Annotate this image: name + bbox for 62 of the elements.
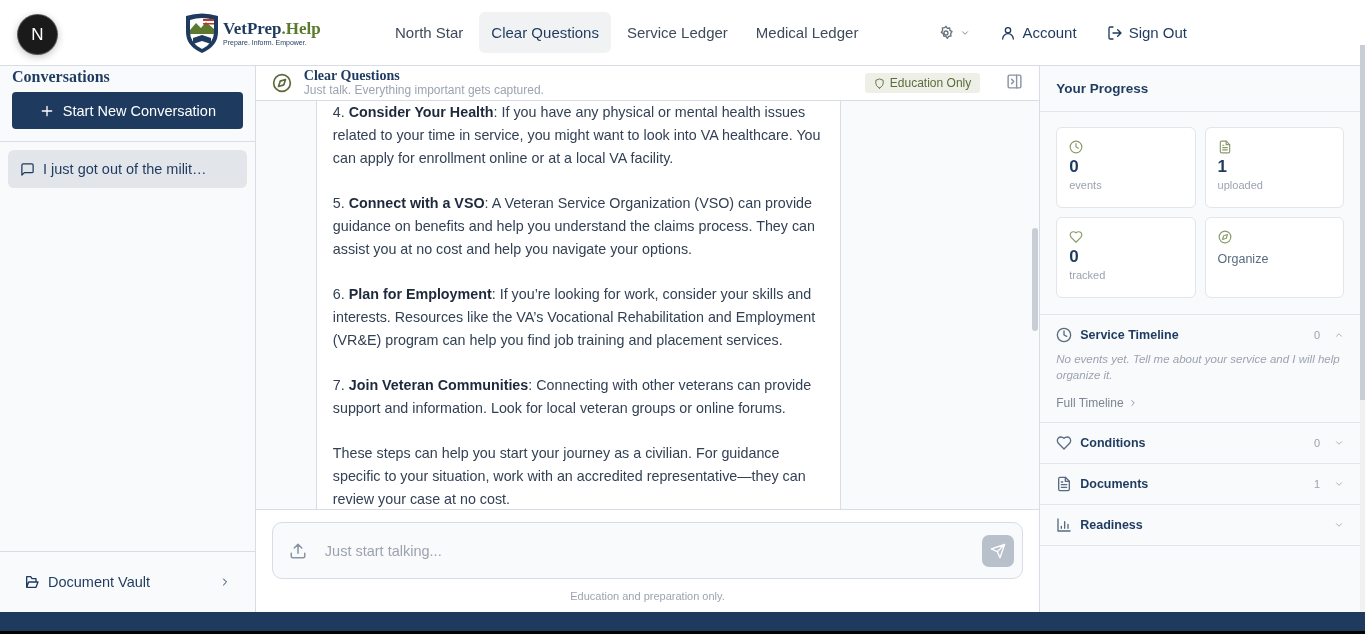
folder-icon <box>24 574 40 590</box>
message-paragraph: These steps can help you start your journey as a civilian. For guidance specific to your situation, work with an accredited representative—they can review your case at no cost. <box>332 444 807 509</box>
full-timeline-link[interactable]: Full Timeline <box>1056 395 1144 422</box>
stat-label: events <box>1069 179 1103 191</box>
new-conversation-button[interactable]: Start New Conversation <box>12 92 243 129</box>
section-header[interactable]: Conditions 0 <box>1056 423 1344 463</box>
nav-tab[interactable]: Medical Ledger <box>743 12 871 53</box>
message-paragraph: 7. Join Veteran Communities: Connecting with other veterans can provide support and information. Look for local veteran groups or online forums. <box>332 376 813 418</box>
page-scrollbar-thumb[interactable] <box>1360 45 1365 400</box>
heart-icon <box>1056 435 1073 451</box>
nav-tab[interactable]: Service Ledger <box>614 12 740 53</box>
stat-value: 0 <box>1069 247 1080 267</box>
message-paragraph: 4. Consider Your Health: If you have any physical or mental health issues related to your time in service, you might want to look into VA healthcare. You can apply for enrollment online or at a local VA facility. <box>332 103 822 168</box>
organize-card[interactable]: Organize <box>1204 217 1344 298</box>
organize-label: Organize <box>1217 252 1270 266</box>
upload-icon <box>288 541 307 560</box>
education-badge: Education Only <box>864 73 981 93</box>
sidebar-title: Conversations <box>11 67 111 86</box>
message-paragraph: 5. Connect with a VSO: A Veteran Service Organization (VSO) can provide guidance on benefits and help you understand the claims process. They can assist you at no cost and help you navigate your options. <box>332 194 816 259</box>
clock-icon <box>1056 327 1073 343</box>
send-button[interactable] <box>982 534 1015 567</box>
settings-icon <box>938 24 955 41</box>
conversation-item[interactable]: I just got out of the milit… <box>8 150 247 188</box>
scrollbar-thumb[interactable] <box>1032 228 1039 331</box>
bar-chart-icon <box>1056 517 1073 533</box>
clock-icon <box>1069 140 1084 154</box>
stat-value: 0 <box>1069 157 1080 177</box>
chat-bubble-icon <box>20 161 35 177</box>
nav-tab[interactable]: Clear Questions <box>479 12 611 53</box>
sign-out-button[interactable]: Sign Out <box>1106 24 1187 41</box>
message-paragraph: 6. Plan for Employment: If you’re looking for work, consider your skills and interests. Resources like the VA’s Vocational Rehabilitation and Employment (VR&E) program can help you find job training and placement services. <box>332 285 817 350</box>
panel-toggle-icon <box>1006 72 1024 90</box>
nav-tab[interactable]: North Star <box>383 12 476 53</box>
stat-value: 1 <box>1217 157 1229 177</box>
message-input-box[interactable]: Just start talking... <box>271 522 1024 579</box>
shield-icon <box>873 77 885 89</box>
heart-icon <box>1069 230 1084 244</box>
user-icon <box>1000 24 1017 41</box>
chevron-up-icon <box>1334 330 1344 340</box>
compass-icon <box>271 73 292 93</box>
stat-label: uploaded <box>1217 179 1264 191</box>
section-header[interactable]: Readiness <box>1056 505 1344 545</box>
chat-subtitle: Just talk. Everything important gets captured. <box>303 83 544 97</box>
chevron-down-icon <box>1334 438 1344 448</box>
sign-out-icon <box>1106 24 1123 41</box>
account-button[interactable]: Account <box>1000 24 1077 41</box>
chevron-down-icon <box>1334 479 1344 489</box>
send-icon <box>990 542 1007 559</box>
document-icon <box>1217 140 1232 154</box>
stat-label: tracked <box>1069 269 1107 281</box>
disclaimer-text: Education and preparation only. <box>569 590 726 602</box>
section-header[interactable]: Documents 1 <box>1056 464 1344 504</box>
message-input-field[interactable]: Just start talking... <box>322 541 967 560</box>
settings-menu-button[interactable] <box>938 24 971 41</box>
logo-wordmark: VetPrep.Help <box>223 19 321 39</box>
chat-title: Clear Questions <box>303 69 401 83</box>
empty-state-text: No events yet. Tell me about your service and I will help organize it. <box>1056 352 1341 383</box>
shield-logo-icon <box>183 11 221 54</box>
chevron-down-icon <box>1334 520 1344 530</box>
compass-icon <box>1217 230 1232 244</box>
section-header[interactable]: Service Timeline 0 <box>1056 315 1344 355</box>
document-icon <box>1056 476 1073 492</box>
